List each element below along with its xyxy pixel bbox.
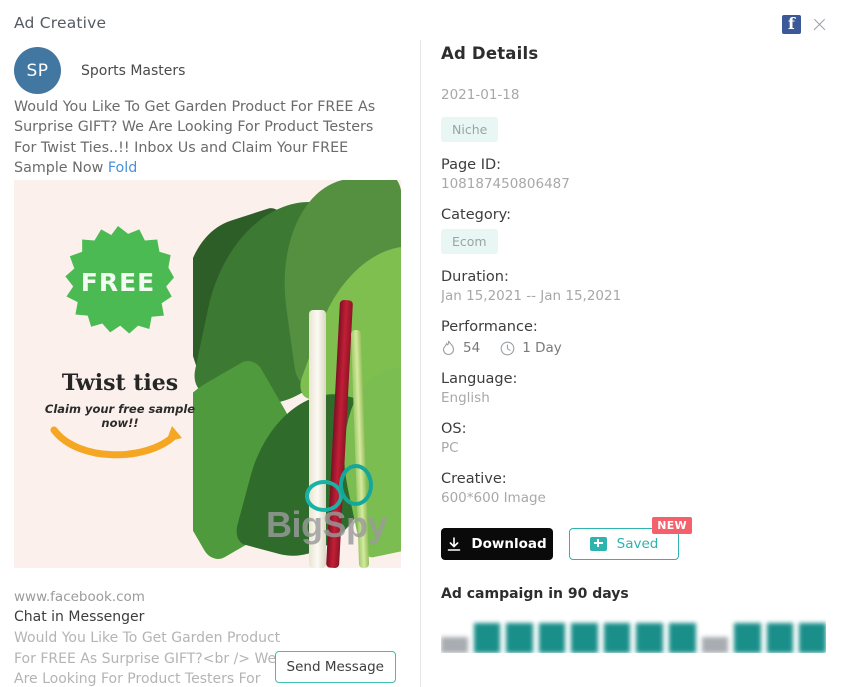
likes-metric: 54 (441, 340, 480, 356)
advertiser-row: SP Sports Masters (14, 47, 185, 94)
chart-bar (734, 623, 761, 653)
page-id-label: Page ID: (441, 157, 502, 173)
saved-button[interactable]: Saved NEW (569, 517, 692, 560)
creative-value: 600*600 Image (441, 490, 546, 506)
header-actions (782, 14, 827, 34)
ad-details-panel: Ad Details 2021-01-18 Niche Page ID: 108… (441, 44, 841, 687)
performance-row: 54 1 Day (441, 340, 841, 356)
chart-bar (701, 637, 729, 653)
chart-bar (603, 623, 631, 653)
details-title: Ad Details (441, 44, 539, 63)
language-value: English (441, 390, 490, 406)
ad-footer: www.facebook.com Chat in Messenger Would… (14, 588, 406, 687)
chart-bar (766, 623, 794, 653)
os-value: PC (441, 440, 459, 456)
flame-icon (442, 340, 455, 355)
ad-body-copy: Would You Like To Get Garden Product For… (14, 99, 376, 176)
page-id-value: 108187450806487 (441, 176, 570, 192)
dialog-header: Ad Creative (0, 0, 841, 44)
duration-value: Jan 15,2021 -- Jan 15,2021 (441, 288, 622, 304)
os-label: OS: (441, 421, 467, 437)
chart-bar (669, 623, 696, 653)
language-label: Language: (441, 371, 518, 387)
creative-label: Creative: (441, 471, 507, 487)
chart-bars (441, 615, 826, 653)
creative-headline: Twist ties (61, 370, 179, 396)
twist-tie-icon (339, 464, 373, 506)
ad-link-description: Would You Like To Get Garden Product For… (14, 630, 281, 687)
chart-bar (506, 623, 533, 653)
ad-link-url: www.facebook.com (14, 589, 145, 605)
action-buttons: Download Saved NEW (441, 517, 841, 560)
clock-icon (500, 341, 515, 355)
download-icon (448, 536, 461, 551)
category-label: Category: (441, 207, 512, 223)
avatar: SP (14, 47, 61, 94)
close-icon[interactable] (811, 17, 827, 33)
folder-plus-icon (589, 537, 607, 551)
chart-bar (636, 623, 664, 653)
campaign-chart-title: Ad campaign in 90 days (441, 586, 629, 602)
ad-image[interactable]: FREE Twist ties Claim your free sample n… (14, 180, 401, 568)
amazon-smile-arrow-icon (50, 426, 182, 459)
download-label: Download (471, 536, 547, 552)
chart-bar (571, 623, 598, 653)
likes-count: 54 (463, 340, 481, 356)
ad-creative-panel: SP Sports Masters Would You Like To Get … (0, 44, 420, 687)
niche-tag[interactable]: Niche (441, 117, 499, 142)
run-duration-metric: 1 Day (500, 340, 562, 356)
page-title: Ad Creative (14, 14, 107, 32)
panel-divider (420, 40, 421, 687)
chart-bar (799, 623, 826, 653)
campaign-chart[interactable] (441, 615, 826, 653)
advertiser-name[interactable]: Sports Masters (81, 63, 185, 79)
chart-bar (538, 623, 566, 653)
ad-date: 2021-01-18 (441, 87, 520, 103)
download-button[interactable]: Download (441, 528, 553, 560)
send-message-button[interactable]: Send Message (274, 651, 396, 683)
performance-label: Performance: (441, 319, 538, 335)
duration-label: Duration: (441, 269, 509, 285)
ad-body-text: Would You Like To Get Garden Product For… (14, 97, 396, 178)
new-badge: NEW (652, 517, 692, 534)
free-starburst-badge: FREE (65, 226, 174, 334)
chart-bar (441, 637, 468, 653)
run-duration-value: 1 Day (522, 340, 562, 356)
ad-link-title: Chat in Messenger (14, 609, 145, 625)
category-tag[interactable]: Ecom (441, 229, 498, 254)
fold-link[interactable]: Fold (108, 160, 138, 176)
facebook-icon[interactable] (782, 14, 801, 34)
bigspy-watermark: BigSpy (265, 504, 388, 545)
chart-bar (473, 623, 501, 653)
saved-label: Saved (616, 536, 659, 552)
